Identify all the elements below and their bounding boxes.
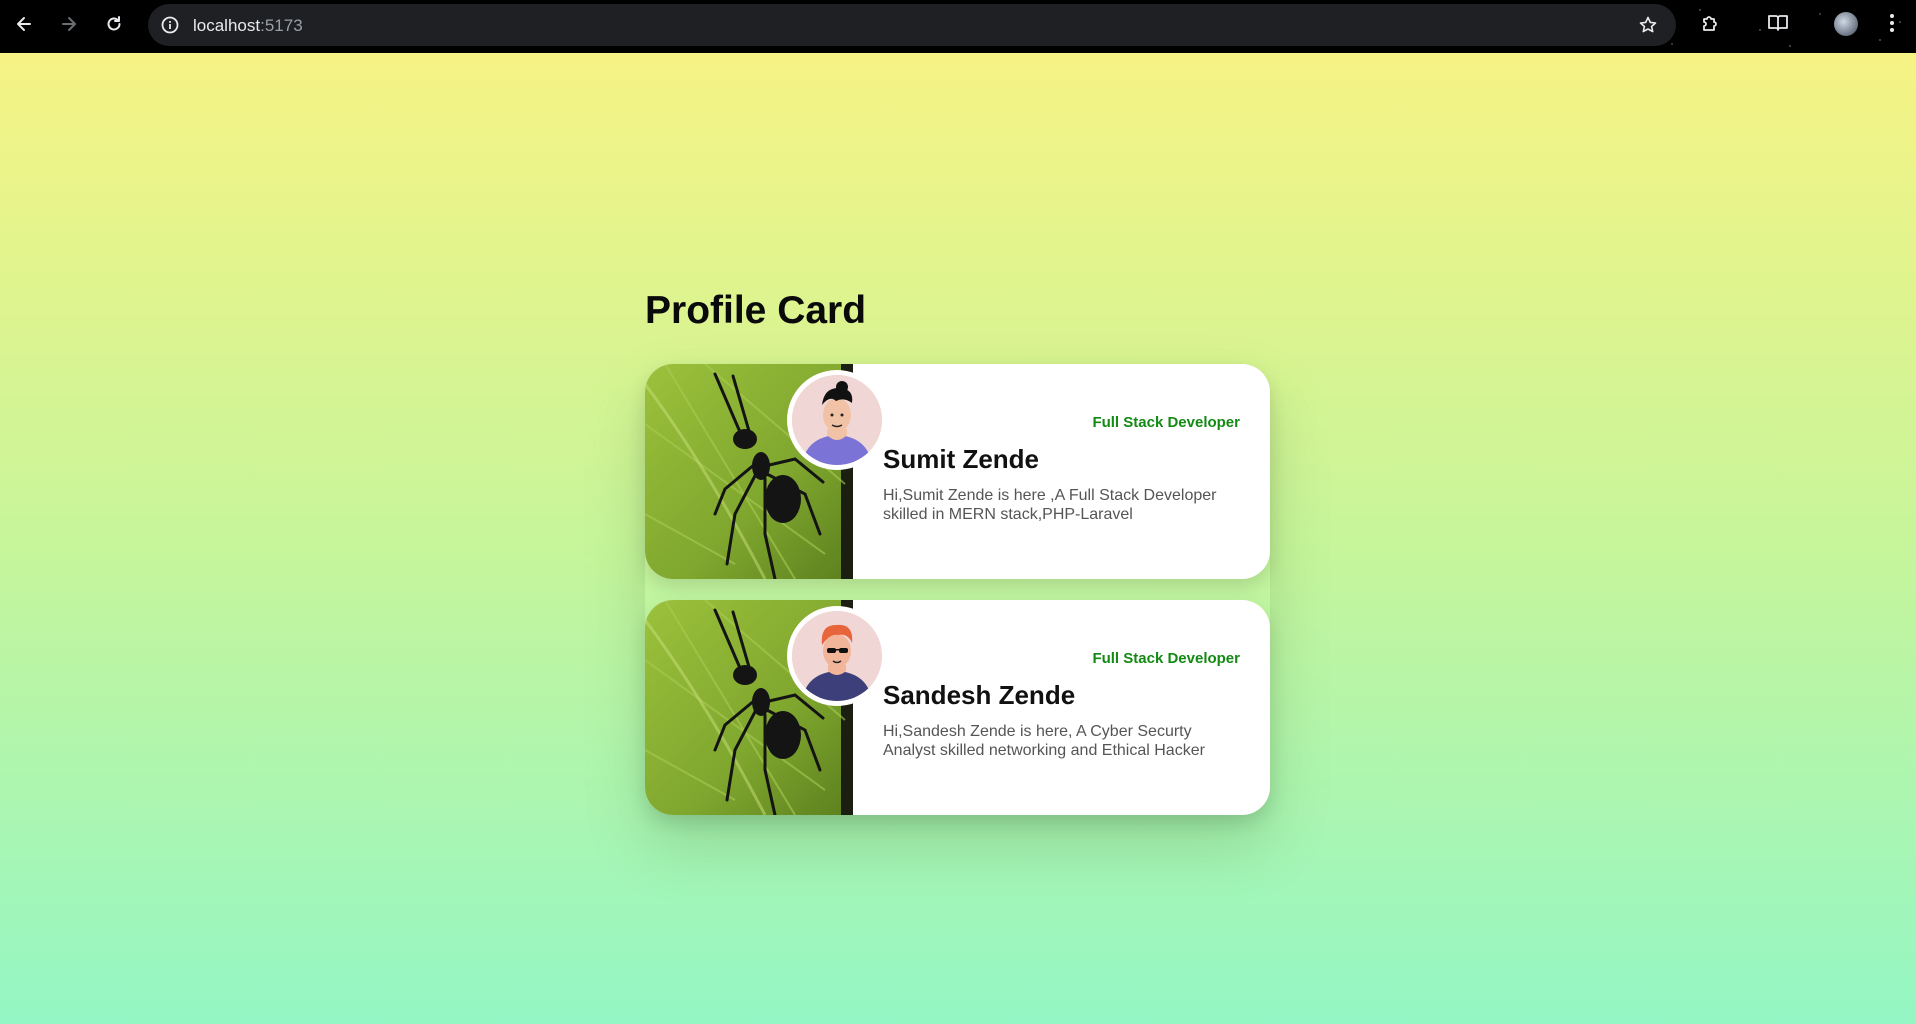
profile-name: Sandesh Zende	[883, 680, 1076, 710]
profile-card-list: Full Stack Developer Sumit Zende Hi,Sumi…	[645, 364, 1270, 815]
browser-toolbar: localhost:5173	[0, 0, 1916, 53]
info-icon[interactable]	[160, 15, 180, 35]
avatar-illustration	[792, 375, 882, 465]
address-bar[interactable]: localhost:5173	[148, 4, 1676, 46]
back-button[interactable]	[9, 9, 39, 39]
profile-description: Hi,Sumit Zende is here ,A Full Stack Dev…	[883, 487, 1217, 523]
avatar	[787, 606, 887, 706]
profile-description: Hi,Sandesh Zende is here, A Cyber Securt…	[883, 723, 1205, 759]
kebab-menu-icon[interactable]	[1880, 11, 1904, 35]
avatar-illustration	[792, 611, 882, 701]
url-port: :5173	[260, 16, 303, 35]
forward-button[interactable]	[54, 9, 84, 39]
url-host: localhost	[193, 16, 261, 35]
page-title: Profile Card	[645, 289, 867, 332]
profile-avatar-button[interactable]	[1834, 12, 1858, 36]
role-label: Full Stack Developer	[1092, 650, 1240, 667]
puzzle-icon[interactable]	[1699, 11, 1723, 35]
arrow-left-icon	[17, 17, 31, 31]
role-label: Full Stack Developer	[1092, 414, 1240, 431]
arrow-right-icon	[62, 17, 76, 31]
avatar	[787, 370, 887, 470]
page-viewport: Profile Card Full Stack Developer Sumit …	[0, 53, 1916, 1024]
reload-icon	[107, 16, 121, 31]
book-icon[interactable]	[1766, 11, 1790, 35]
profile-card: Full Stack Developer Sumit Zende Hi,Sumi…	[645, 364, 1270, 579]
profile-card: Full Stack Developer Sandesh Zende Hi,Sa…	[645, 600, 1270, 815]
star-icon[interactable]	[1638, 15, 1658, 35]
reload-button[interactable]	[99, 9, 129, 39]
url-text[interactable]: localhost:5173	[193, 16, 303, 36]
profile-name: Sumit Zende	[883, 444, 1040, 474]
